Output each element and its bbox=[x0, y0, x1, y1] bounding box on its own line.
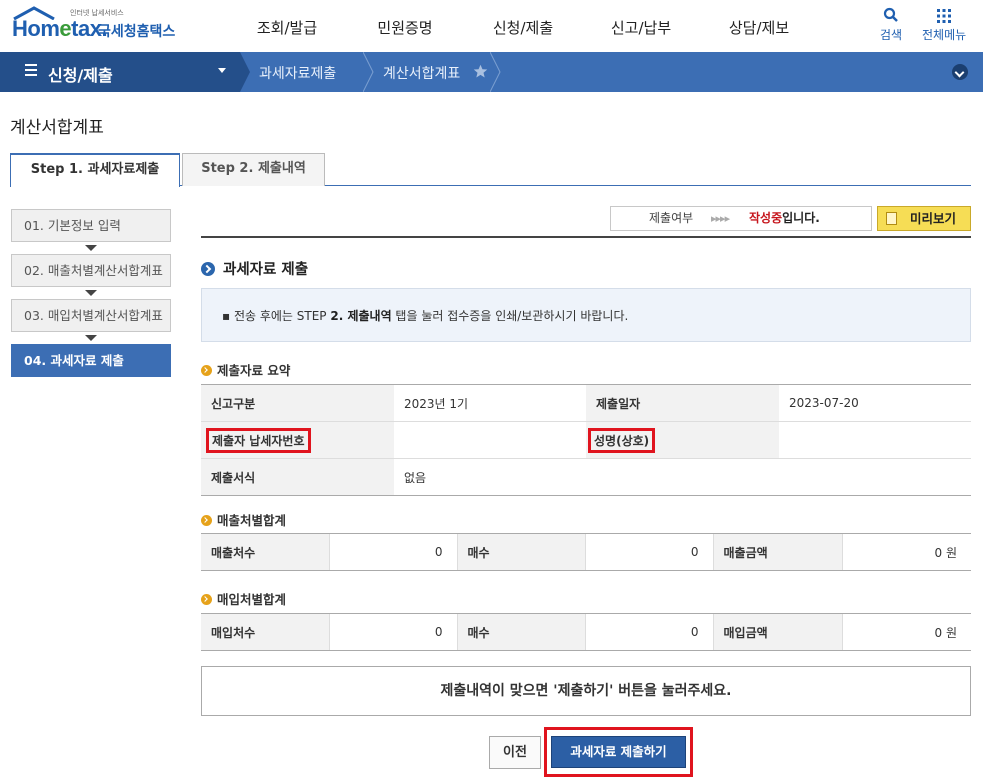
page-title: 계산서합계표 bbox=[10, 118, 104, 138]
logo-subtitle: 국세청홈택스 bbox=[98, 24, 176, 40]
nav-item-certificate[interactable]: 민원증명 bbox=[346, 17, 464, 38]
preview-button[interactable]: 미리보기 bbox=[877, 206, 971, 231]
nav-item-apply[interactable]: 신청/제출 bbox=[464, 17, 582, 38]
submitter-tin-value bbox=[394, 421, 586, 459]
expand-location-icon[interactable] bbox=[952, 64, 968, 80]
nav-item-consult[interactable]: 상담/제보 bbox=[700, 17, 818, 38]
table-row: 매출처수 0 매수 0 매출금액 0 원 bbox=[201, 533, 971, 571]
status-label: 제출여부 bbox=[649, 211, 694, 225]
step-item-basic-info[interactable]: 01. 기본정보 입력 bbox=[11, 209, 171, 242]
submit-tax-data-button[interactable]: 과세자료 제출하기 bbox=[551, 736, 686, 768]
sales-amount-value: 0 원 bbox=[841, 533, 971, 571]
sales-title: 매출처별합계 bbox=[201, 510, 286, 529]
caret-down-icon bbox=[218, 68, 226, 73]
hamburger-icon bbox=[25, 64, 37, 79]
section-title: 과세자료 제출 bbox=[201, 258, 308, 279]
status-arrows: ▸▸▸▸ bbox=[711, 212, 730, 225]
table-row: 매입처수 0 매수 0 매입금액 0 원 bbox=[201, 613, 971, 651]
purchase-amount-value: 0 원 bbox=[841, 613, 971, 651]
search-button[interactable]: 검색 bbox=[880, 7, 902, 43]
preview-label: 미리보기 bbox=[910, 211, 957, 226]
search-label: 검색 bbox=[880, 28, 903, 42]
site-header: 인터넷 납세서비스 Hometax. 국세청홈택스 조회/발급 민원증명 신청/… bbox=[0, 0, 983, 52]
logo-wordmark: Hometax. bbox=[12, 16, 108, 41]
submit-highlight-box: 과세자료 제출하기 bbox=[544, 727, 693, 777]
purchase-amount-label: 매입금액 bbox=[712, 613, 842, 651]
summary-table: 신고구분 2023년 1기 제출일자 2023-07-20 제출자 납세자번호 … bbox=[201, 384, 971, 496]
sales-table: 매출처수 0 매수 0 매출금액 0 원 bbox=[201, 533, 971, 571]
bullet-icon bbox=[201, 515, 212, 526]
submitter-tin-label: 제출자 납세자번호 bbox=[206, 427, 311, 453]
notice-box: ▪ 전송 후에는 STEP 2. 제출내역 탭을 눌러 접수증을 인쇄/보관하시… bbox=[201, 288, 971, 342]
submitter-tin-label-cell: 제출자 납세자번호 bbox=[201, 421, 394, 459]
sales-sheets-value: 0 bbox=[584, 533, 713, 571]
grid-menu-icon bbox=[937, 9, 952, 23]
tab-step1[interactable]: Step 1. 과세자료제출 bbox=[10, 153, 180, 187]
report-type-value: 2023년 1기 bbox=[394, 384, 586, 422]
nav-item-report-pay[interactable]: 신고/납부 bbox=[582, 17, 700, 38]
sales-amount-label: 매출금액 bbox=[712, 533, 842, 571]
purchase-count-label: 매입처수 bbox=[201, 613, 329, 651]
previous-button[interactable]: 이전 bbox=[489, 736, 541, 769]
favorite-star-icon[interactable] bbox=[473, 64, 488, 79]
breadcrumb-separator-icon bbox=[363, 52, 374, 92]
breadcrumb-item-invoice-summary[interactable]: 계산서합계표 bbox=[383, 63, 460, 83]
sales-count-label: 매출처수 bbox=[201, 533, 329, 571]
step-arrow-icon bbox=[85, 290, 97, 296]
step-item-tax-data-submit[interactable]: 04. 과세자료 제출 bbox=[11, 344, 171, 377]
purchase-sheets-label: 매수 bbox=[456, 613, 585, 651]
table-row: 제출자 납세자번호 성명(상호) bbox=[201, 421, 971, 459]
section-divider bbox=[201, 236, 971, 238]
sales-sheets-label: 매수 bbox=[456, 533, 585, 571]
confirm-message: 제출내역이 맞으면 '제출하기' 버튼을 눌러주세요. bbox=[201, 666, 971, 716]
step-item-purchase-summary[interactable]: 03. 매입처별계산서합계표 bbox=[11, 299, 171, 332]
name-value bbox=[779, 421, 971, 459]
breadcrumb-separator-icon bbox=[240, 52, 250, 92]
purchase-sheets-value: 0 bbox=[584, 613, 713, 651]
submit-date-value: 2023-07-20 bbox=[779, 384, 971, 422]
name-label: 성명(상호) bbox=[588, 427, 656, 453]
all-menu-button[interactable]: 전체메뉴 bbox=[922, 7, 966, 43]
step-arrow-icon bbox=[85, 245, 97, 251]
tab-step2[interactable]: Step 2. 제출내역 bbox=[182, 153, 325, 186]
table-row: 제출서식 없음 bbox=[201, 458, 971, 496]
bullet-icon bbox=[201, 365, 212, 376]
purchase-table: 매입처수 0 매수 0 매입금액 0 원 bbox=[201, 613, 971, 651]
status-value: 작성중입니다. bbox=[749, 211, 820, 225]
purchase-count-value: 0 bbox=[328, 613, 457, 651]
form-value: 없음 bbox=[394, 458, 971, 496]
submit-date-label: 제출일자 bbox=[586, 384, 779, 422]
breadcrumb-separator-icon bbox=[490, 52, 501, 92]
report-type-label: 신고구분 bbox=[201, 384, 394, 422]
submission-status: 제출여부 ▸▸▸▸ 작성중입니다. bbox=[610, 206, 872, 231]
location-menu-label: 신청/제출 bbox=[48, 66, 113, 85]
hometax-logo[interactable]: 인터넷 납세서비스 Hometax. 국세청홈택스 bbox=[10, 6, 200, 46]
summary-title: 제출자료 요약 bbox=[201, 360, 290, 379]
location-menu-dropdown[interactable]: 신청/제출 bbox=[0, 52, 240, 92]
arrow-circle-icon bbox=[201, 262, 215, 276]
bullet-icon bbox=[201, 594, 212, 605]
form-label: 제출서식 bbox=[201, 458, 394, 496]
document-icon bbox=[886, 212, 897, 225]
purchase-title: 매입처별합계 bbox=[201, 589, 286, 608]
step-tabs: Step 1. 과세자료제출 Step 2. 제출내역 bbox=[10, 153, 971, 187]
step-item-sales-summary[interactable]: 02. 매출처별계산서합계표 bbox=[11, 254, 171, 287]
main-nav: 조회/발급 민원증명 신청/제출 신고/납부 상담/제보 bbox=[228, 17, 818, 38]
name-label-cell: 성명(상호) bbox=[586, 421, 779, 459]
table-row: 신고구분 2023년 1기 제출일자 2023-07-20 bbox=[201, 384, 971, 422]
all-menu-label: 전체메뉴 bbox=[922, 28, 967, 42]
search-icon bbox=[883, 7, 898, 22]
location-bar: 신청/제출 과세자료제출 계산서합계표 bbox=[0, 52, 983, 92]
sales-count-value: 0 bbox=[328, 533, 457, 571]
breadcrumb-item-tax-data[interactable]: 과세자료제출 bbox=[259, 63, 336, 83]
nav-item-inquiry[interactable]: 조회/발급 bbox=[228, 17, 346, 38]
step-arrow-icon bbox=[85, 335, 97, 341]
